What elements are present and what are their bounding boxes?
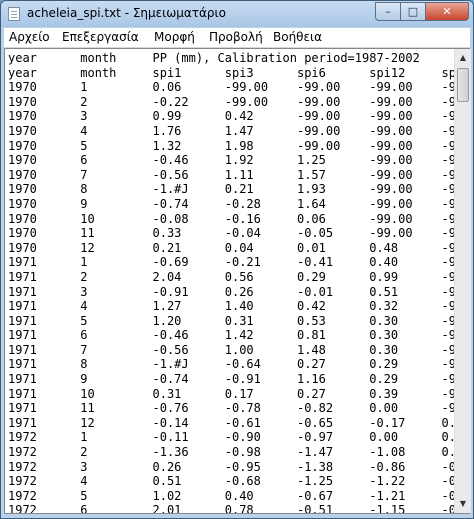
- menu-help[interactable]: Βοήθεια: [273, 30, 322, 44]
- window-title: acheleia_spi.txt - Σημειωματάριο: [27, 6, 226, 20]
- menu-bar: Αρχείο Επεξεργασία Μορφή Προβολή Βοήθεια: [4, 28, 470, 48]
- text-editor[interactable]: year month PP (mm), Calibration period=1…: [4, 48, 471, 514]
- menu-edit[interactable]: Επεξεργασία: [62, 30, 139, 44]
- scroll-up-icon[interactable]: ▲: [456, 50, 470, 66]
- close-button[interactable]: ✕: [425, 2, 469, 21]
- scroll-thumb[interactable]: [457, 68, 469, 102]
- menu-view[interactable]: Προβολή: [209, 30, 263, 44]
- notepad-window: acheleia_spi.txt - Σημειωματάριο – □ ✕ Α…: [0, 0, 474, 519]
- minimize-button[interactable]: –: [375, 2, 401, 21]
- menu-format[interactable]: Μορφή: [154, 30, 195, 44]
- maximize-button[interactable]: □: [400, 2, 426, 21]
- notepad-icon: [8, 7, 20, 21]
- menu-file[interactable]: Αρχείο: [9, 30, 50, 44]
- document-text[interactable]: year month PP (mm), Calibration period=1…: [8, 51, 455, 513]
- scroll-down-icon[interactable]: ▼: [456, 496, 470, 512]
- title-bar[interactable]: acheleia_spi.txt - Σημειωματάριο – □ ✕: [1, 1, 473, 27]
- vertical-scrollbar[interactable]: ▲ ▼: [454, 49, 471, 513]
